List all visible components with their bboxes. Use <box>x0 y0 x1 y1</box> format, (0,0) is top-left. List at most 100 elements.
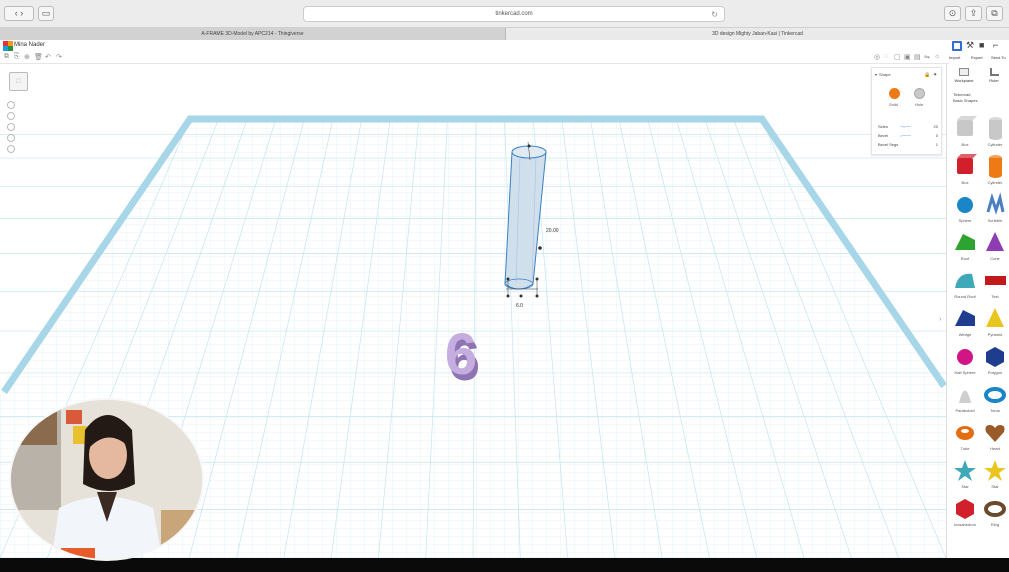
sides-row[interactable]: Sides ─○── 20 <box>878 124 938 131</box>
shape-wedge[interactable]: Wedge <box>950 304 980 342</box>
shape-label: Cylinder <box>987 142 1003 147</box>
shape-label: Text <box>991 294 999 299</box>
hide-icon[interactable]: ◌ <box>884 53 888 60</box>
shape-box[interactable]: Box <box>950 152 980 190</box>
shape-torus[interactable]: Ring <box>980 494 1009 532</box>
shape-cylinder[interactable]: Cylinder <box>980 152 1009 190</box>
shape-sphere[interactable]: Sphere <box>950 190 980 228</box>
align-icon[interactable]: ▤ <box>914 53 921 61</box>
show-all-icon[interactable]: ◎ <box>874 53 880 61</box>
undo-icon[interactable]: ↶ <box>45 53 51 61</box>
code-blocks-icon[interactable]: ⌐ <box>993 40 998 50</box>
shape-cylinder[interactable]: Cylinder <box>980 114 1009 152</box>
bevel-row[interactable]: Bevel ○─── 0 <box>878 133 938 140</box>
tabs-overview-icon[interactable]: ⧉ <box>986 6 1003 21</box>
cylinder-shape-icon <box>989 117 1002 140</box>
ungroup-icon[interactable]: ▣ <box>904 53 911 61</box>
hammer-icon[interactable]: ⚒ <box>966 40 974 51</box>
shape-roof[interactable]: Roof <box>950 228 980 266</box>
shape-box[interactable]: Box <box>950 114 980 152</box>
group-icon[interactable]: ▢ <box>894 53 901 61</box>
shape-tube[interactable]: Tube <box>950 418 980 456</box>
shape-torus[interactable]: Torus <box>980 380 1009 418</box>
share-icon[interactable]: ⇪ <box>965 6 982 21</box>
view-cube[interactable]: ⬚ <box>9 72 28 91</box>
bevel-segments-row[interactable]: Bevel Segs 1 <box>878 142 938 149</box>
fit-view-icon[interactable] <box>7 112 15 120</box>
shape-label: Roof <box>960 256 970 261</box>
lock-icon[interactable]: 🔒 <box>924 72 930 78</box>
shape-inspector: ▾ Shape 🔒 ✦ Solid Hole Sides ─○── 20 Bev… <box>871 67 942 155</box>
shape-scribble[interactable]: Scribble <box>980 190 1009 228</box>
light-icon[interactable]: ☼ <box>934 53 940 60</box>
shape-paraboloid[interactable]: Paraboloid <box>950 380 980 418</box>
shape-roundroof[interactable]: Round Roof <box>950 266 980 304</box>
shape-label: Star <box>961 484 969 489</box>
sidebar-toggle-button[interactable]: ▭ <box>38 6 54 21</box>
shape-text[interactable]: Text <box>980 266 1009 304</box>
shape-polygon[interactable]: Icosahedron <box>950 494 980 532</box>
shape-label: Pyramid <box>987 332 1003 337</box>
shape-cone[interactable]: Cone <box>980 228 1009 266</box>
duplicate-icon[interactable]: ⊕ <box>24 53 30 61</box>
shape-star[interactable]: Star <box>980 456 1009 494</box>
shape-label: Tube <box>960 446 970 451</box>
workplane-button[interactable]: Workplane <box>951 66 977 88</box>
shape-heart[interactable]: Heart <box>980 418 1009 456</box>
paste-icon[interactable]: ⎘ <box>14 53 20 61</box>
tab-bar: A-FRAME 3D-Model by APC214 - Thingiverse… <box>0 28 1009 40</box>
halfsphere-shape-icon <box>957 349 973 365</box>
ortho-view-icon[interactable] <box>7 145 15 153</box>
shape-library-selector[interactable]: Tinkercad Basic Shapes <box>953 92 977 104</box>
grid-icon[interactable] <box>952 41 962 51</box>
send-to-button[interactable]: Send To <box>991 55 1006 60</box>
back-forward-buttons[interactable]: ‹ › <box>4 6 34 21</box>
url-text: tinkercad.com <box>495 11 533 17</box>
shape-label: Box <box>961 180 969 185</box>
copy-icon[interactable]: ⧉ <box>4 53 9 61</box>
polygon-shape-icon <box>956 499 974 519</box>
shape-label: Polygon <box>987 370 1003 375</box>
shape-pyramid[interactable]: Pyramid <box>980 304 1009 342</box>
shape-label: Box <box>961 142 969 147</box>
browser-tab-active[interactable]: 3D design Mighty Jaban-Kasi | Tinkercad <box>506 28 1009 40</box>
ruler-button[interactable]: Ruler <box>981 66 1007 88</box>
download-icon[interactable]: ⊙ <box>944 6 961 21</box>
shape-halfsphere[interactable]: Half Sphere <box>950 342 980 380</box>
star-shape-icon <box>984 460 1006 481</box>
shape-label: Heart <box>990 446 1000 451</box>
box-shape-icon <box>957 154 977 174</box>
shape-label: Cone <box>990 256 1000 261</box>
reload-icon[interactable]: ↻ <box>711 7 718 22</box>
solid-swatch[interactable] <box>889 88 900 99</box>
tinkercad-logo[interactable] <box>3 41 13 51</box>
design-name[interactable]: Mina Nader <box>14 42 45 48</box>
cylinder-shape-icon <box>989 155 1002 178</box>
home-view-icon[interactable] <box>7 101 15 109</box>
roundroof-shape-icon <box>955 273 975 288</box>
export-button[interactable]: Export <box>971 55 983 60</box>
light-bulb-icon[interactable]: ✦ <box>933 72 937 78</box>
dimension-width-label: 6.0 <box>516 303 523 309</box>
briefcase-icon[interactable]: ■ <box>979 40 984 50</box>
video-letterbox-bar <box>0 558 1009 572</box>
star-shape-icon <box>954 460 976 481</box>
url-bar[interactable]: tinkercad.com ↻ <box>303 6 725 22</box>
collapse-icon[interactable]: ▾ <box>875 72 877 77</box>
shape-star[interactable]: Star <box>950 456 980 494</box>
app-header: Mina Nader <box>0 40 1009 52</box>
zoom-out-icon[interactable] <box>7 134 15 142</box>
hole-swatch[interactable] <box>914 88 925 99</box>
shape-polygon[interactable]: Polygon <box>980 342 1009 380</box>
redo-icon[interactable]: ↷ <box>56 53 62 61</box>
text-shape-icon <box>985 276 1006 285</box>
browser-tab[interactable]: A-FRAME 3D-Model by APC214 - Thingiverse <box>0 28 506 40</box>
delete-icon[interactable]: 🗑 <box>34 53 43 61</box>
shape-label: Cylinder <box>987 180 1003 185</box>
flip-icon[interactable]: ⇋ <box>924 53 930 61</box>
import-button[interactable]: Import <box>949 55 960 60</box>
zoom-in-icon[interactable] <box>7 123 15 131</box>
shape-label: Star <box>991 484 999 489</box>
collapse-sidebar-chevron-icon[interactable]: › <box>939 316 941 323</box>
number-6-shape[interactable]: 6 <box>445 322 477 387</box>
